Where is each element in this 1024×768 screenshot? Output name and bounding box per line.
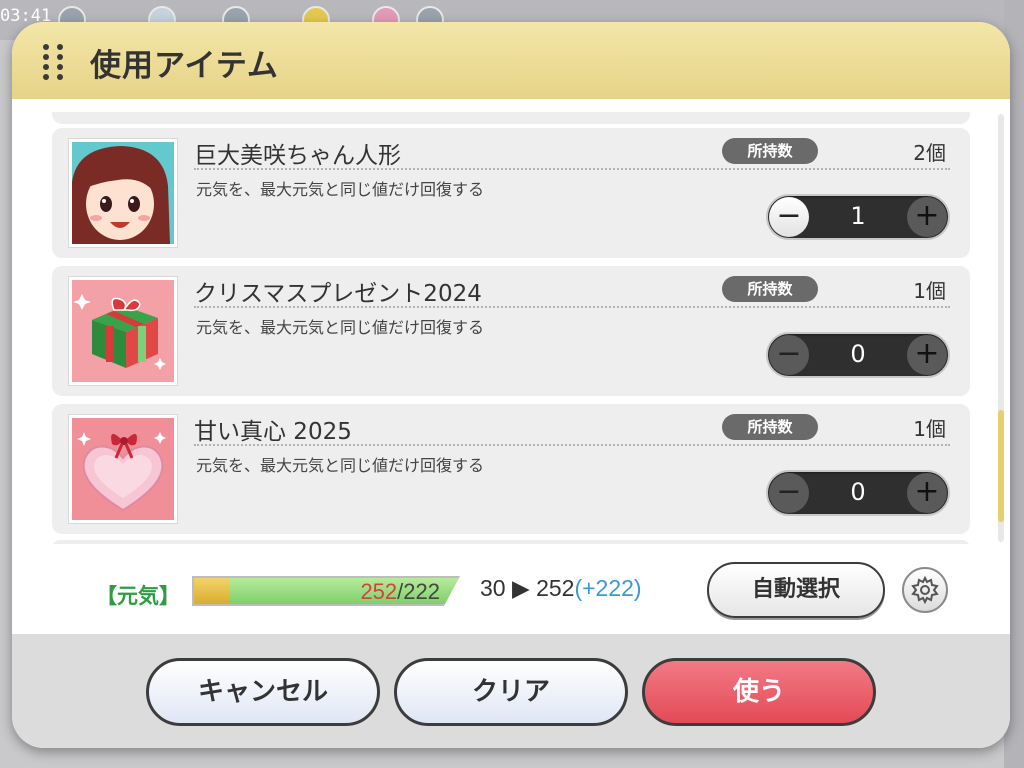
stamina-max: 222: [403, 579, 440, 604]
scrollbar[interactable]: [998, 114, 1004, 542]
increase-button[interactable]: +: [907, 197, 947, 237]
gift-box-icon: [72, 280, 174, 382]
clear-button[interactable]: クリア: [394, 658, 628, 726]
dialog-footer: キャンセル クリア 使う: [12, 634, 1010, 748]
stamina-gain: (+222): [574, 575, 642, 601]
quantity-value: 1: [850, 202, 866, 230]
decrease-button[interactable]: −: [769, 197, 809, 237]
settings-button[interactable]: [902, 567, 948, 613]
dialog-title: 使用アイテム: [90, 48, 279, 84]
arrow-icon: ▶: [511, 575, 530, 601]
quantity-stepper: − 1 +: [766, 194, 950, 240]
owned-label-badge: 所持数: [722, 138, 818, 164]
owned-count: 1個: [913, 417, 946, 441]
stamina-bar: 252/222: [192, 576, 460, 606]
decrease-button[interactable]: −: [769, 473, 809, 513]
doll-icon: [72, 142, 174, 244]
stamina-value: 252/222: [360, 579, 440, 605]
item-name: 巨大美咲ちゃん人形: [194, 143, 401, 169]
owned-count: 2個: [913, 141, 946, 165]
next-item-card-edge: [52, 540, 970, 544]
item-card: 甘い真心 2025 所持数 1個 元気を、最大元気と同じ値だけ回復する − 0 …: [52, 404, 970, 534]
dotted-divider: [194, 444, 950, 446]
decrease-button[interactable]: −: [769, 335, 809, 375]
quantity-value: 0: [850, 478, 866, 506]
item-card: 巨大美咲ちゃん人形 所持数 2個 元気を、最大元気と同じ値だけ回復する − 1 …: [52, 128, 970, 258]
item-name: 甘い真心 2025: [194, 419, 352, 445]
use-item-dialog: 使用アイテム 巨大美咲ちゃん人形 所持数 2個 元気を、最大元気と同じ値だけ回復…: [12, 22, 1010, 748]
item-name: クリスマスプレゼント2024: [194, 281, 482, 307]
item-card: クリスマスプレゼント2024 所持数 1個 元気を、最大元気と同じ値だけ回復する…: [52, 266, 970, 396]
item-description: 元気を、最大元気と同じ値だけ回復する: [196, 318, 485, 337]
item-description: 元気を、最大元気と同じ値だけ回復する: [196, 180, 485, 199]
dialog-header: 使用アイテム: [12, 22, 1010, 99]
stamina-bar-before-fill: [194, 578, 230, 604]
stamina-current: 252: [360, 579, 398, 604]
increase-button[interactable]: +: [907, 335, 947, 375]
stamina-before: 30: [480, 575, 506, 601]
owned-label-badge: 所持数: [722, 276, 818, 302]
use-button[interactable]: 使う: [642, 658, 876, 726]
dotted-divider: [194, 168, 950, 170]
quantity-stepper: − 0 +: [766, 470, 950, 516]
item-thumbnail: [68, 138, 178, 248]
previous-item-card-edge: [52, 112, 970, 124]
item-thumbnail: [68, 276, 178, 386]
owned-label-badge: 所持数: [722, 414, 818, 440]
scrollbar-thumb[interactable]: [998, 410, 1004, 522]
item-thumbnail: [68, 414, 178, 524]
drag-handle-icon[interactable]: [43, 44, 65, 80]
auto-select-button[interactable]: 自動選択: [707, 562, 885, 618]
gear-icon: [911, 576, 939, 604]
heart-chocolate-box-icon: [72, 418, 174, 520]
owned-count: 1個: [913, 279, 946, 303]
stamina-label: 【元気】: [96, 584, 180, 608]
stamina-after: 252: [536, 575, 575, 601]
stamina-change: 30 ▶ 252(+222): [480, 575, 642, 602]
dotted-divider: [194, 306, 950, 308]
increase-button[interactable]: +: [907, 473, 947, 513]
quantity-stepper: − 0 +: [766, 332, 950, 378]
item-list[interactable]: 巨大美咲ちゃん人形 所持数 2個 元気を、最大元気と同じ値だけ回復する − 1 …: [52, 112, 972, 544]
quantity-value: 0: [850, 340, 866, 368]
cancel-button[interactable]: キャンセル: [146, 658, 380, 726]
item-description: 元気を、最大元気と同じ値だけ回復する: [196, 456, 485, 475]
